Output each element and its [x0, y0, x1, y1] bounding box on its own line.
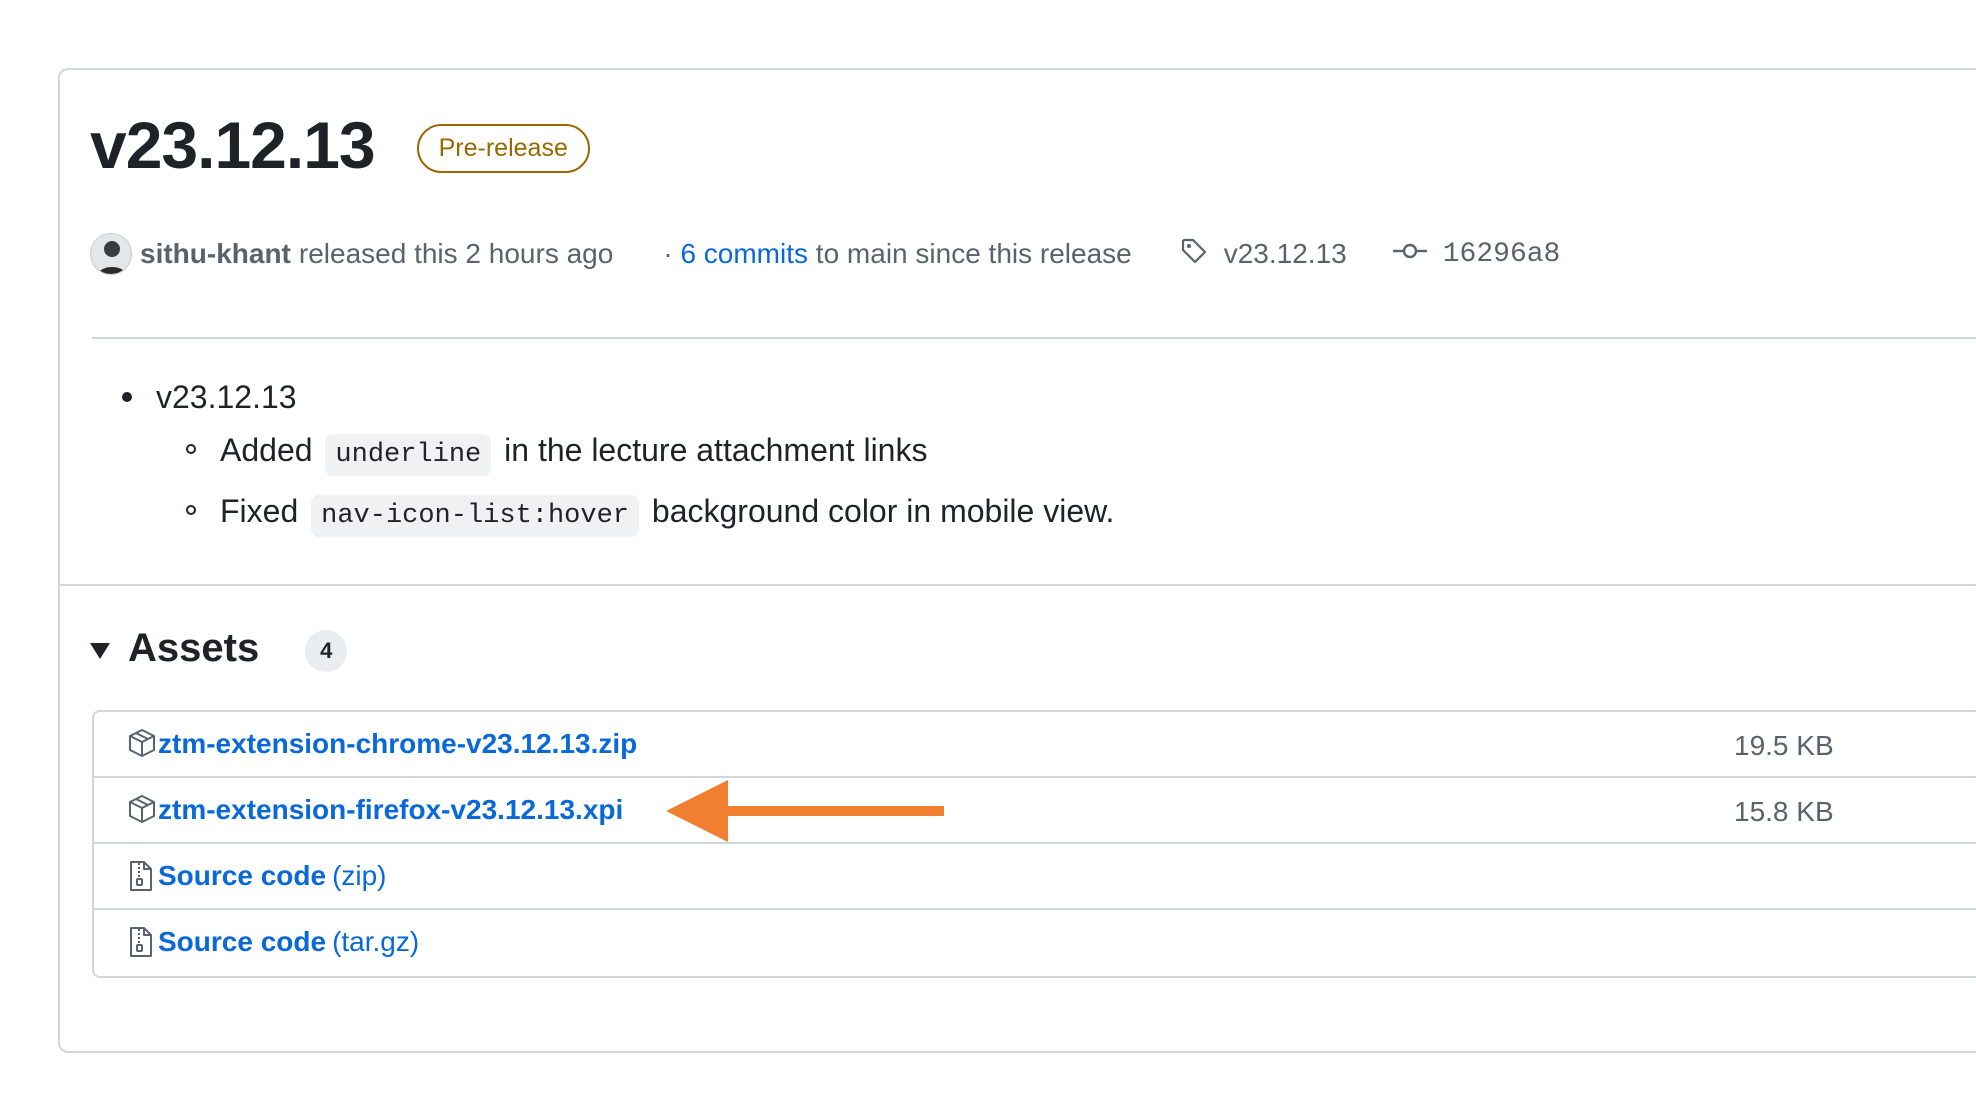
release-meta: sithu-khant released this 2 hours ago · …: [90, 232, 1560, 276]
source-targz-link[interactable]: Source code (tar.gz): [158, 926, 419, 958]
notes-version: v23.12.13: [156, 379, 297, 415]
asset-link[interactable]: ztm-extension-chrome-v23.12.13.zip: [158, 728, 637, 760]
commits-info: · 6 commits to main since this release: [663, 238, 1131, 270]
triangle-down-icon: [90, 643, 110, 659]
divider: [60, 584, 1976, 586]
list-item: v23.12.13 Added underline in the lecture…: [121, 372, 1115, 544]
author-link[interactable]: sithu-khant: [140, 238, 291, 270]
released-text: released this 2 hours ago: [298, 238, 614, 269]
release-header: v23.12.13 Pre-release: [90, 112, 590, 178]
commit-link[interactable]: 16296a8: [1392, 238, 1561, 270]
divider: [92, 337, 1976, 339]
asset-size: 15.8 KB: [1734, 796, 1834, 827]
assets-title: Assets: [128, 625, 260, 670]
assets-toggle[interactable]: Assets 4: [90, 624, 348, 672]
source-label: Source code: [158, 860, 327, 891]
note-text: Fixed: [220, 493, 299, 529]
source-zip-link[interactable]: Source code (zip): [158, 860, 387, 892]
note-text: background color in mobile view.: [651, 493, 1115, 529]
commit-sha: 16296a8: [1442, 238, 1561, 270]
package-icon: [128, 728, 156, 765]
asset-row: Source code (tar.gz): [94, 910, 1976, 976]
asset-row: ztm-extension-chrome-v23.12.13.zip 19.5 …: [94, 712, 1976, 778]
assets-list: ztm-extension-chrome-v23.12.13.zip 19.5 …: [92, 710, 1976, 978]
commits-separator: ·: [663, 238, 673, 269]
tag-link[interactable]: v23.12.13: [1180, 237, 1347, 272]
release-notes: v23.12.13 Added underline in the lecture…: [90, 372, 1114, 544]
source-label: Source code: [158, 926, 327, 957]
asset-row: Source code (zip): [94, 844, 1976, 910]
assets-count-badge: 4: [305, 630, 348, 672]
prerelease-badge: Pre-release: [416, 123, 590, 173]
file-zip-icon: [128, 860, 154, 899]
annotation-arrow: [666, 780, 944, 842]
source-ext: (zip): [332, 860, 387, 891]
asset-link[interactable]: ztm-extension-firefox-v23.12.13.xpi: [158, 794, 623, 826]
inline-code: nav-icon-list:hover: [311, 495, 639, 537]
asset-row: ztm-extension-firefox-v23.12.13.xpi 15.8…: [94, 778, 1976, 844]
avatar[interactable]: [90, 233, 132, 275]
tag-label: v23.12.13: [1223, 238, 1347, 269]
git-commit-icon: [1392, 239, 1427, 270]
list-item: Fixed nav-icon-list:hover background col…: [185, 483, 1115, 544]
note-text: in the lecture attachment links: [504, 432, 928, 468]
file-zip-icon: [128, 926, 154, 965]
commits-link[interactable]: 6 commits: [680, 238, 808, 269]
asset-size: 19.5 KB: [1734, 730, 1834, 761]
tag-icon: [1180, 237, 1208, 272]
source-ext: (tar.gz): [332, 926, 420, 957]
commits-suffix: to main since this release: [815, 238, 1132, 269]
package-icon: [128, 794, 156, 831]
release-title[interactable]: v23.12.13: [90, 112, 376, 178]
list-item: Added underline in the lecture attachmen…: [185, 422, 1114, 483]
note-text: Added: [220, 432, 313, 468]
inline-code: underline: [325, 434, 492, 476]
